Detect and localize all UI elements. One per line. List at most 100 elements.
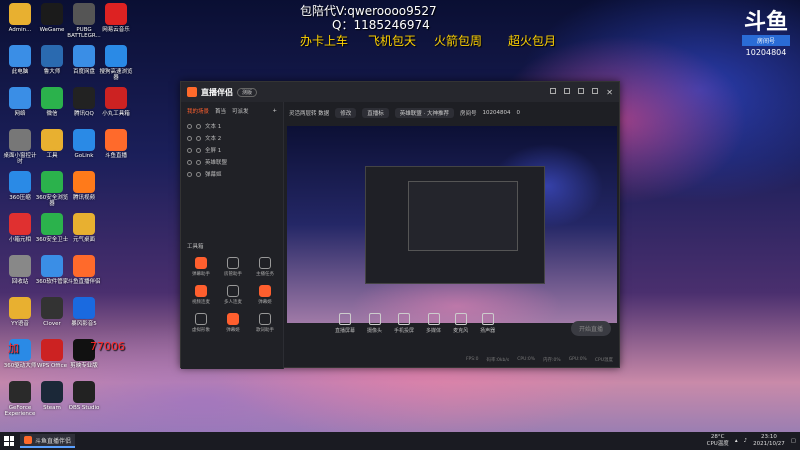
toolbox-item[interactable]: 多人连麦 [217, 285, 249, 305]
lock-icon[interactable] [196, 171, 201, 177]
desktop-icon[interactable]: 元气桌面 [66, 213, 102, 243]
add-scene-button[interactable]: + [272, 108, 277, 114]
cloud-icon [73, 45, 95, 67]
source-button[interactable]: 手机投屏 [394, 313, 414, 334]
desktop-icon[interactable]: 回收站 [2, 255, 38, 285]
scene-label: 文本 2 [205, 136, 222, 142]
desktop-icon[interactable]: 微信 [34, 87, 70, 117]
start-live-button[interactable]: 开始直播 [570, 321, 611, 336]
desktop-icon[interactable]: 小箱元相 [2, 213, 38, 243]
menu-icon[interactable] [564, 87, 571, 94]
tab-2[interactable]: 首当 [215, 107, 226, 115]
desktop-icon[interactable]: 百度网盘 [66, 45, 102, 75]
title-bar[interactable]: 直播伴侣 测版 ✕ [181, 82, 619, 102]
toolbox-item[interactable]: 歌词助手 [249, 313, 281, 333]
desktop-icon-label: 360软件管家 [35, 279, 69, 285]
live-companion-window[interactable]: 直播伴侣 测版 ✕ 我的场景 首当 可派发 + 文本 1 文本 2 全屏 1 英雄联盟… [180, 81, 620, 369]
toolbox-item[interactable]: 弹幕姬 [249, 285, 281, 305]
desktop-icon[interactable]: WeGame [34, 3, 70, 33]
clock[interactable]: 23:10 2021/10/27 [753, 434, 785, 447]
scene-item[interactable]: 全屏 1 [181, 144, 283, 156]
desktop-icon[interactable]: 此电脑 [2, 45, 38, 75]
eye-icon[interactable] [187, 123, 192, 129]
scene-item[interactable]: 文本 2 [181, 132, 283, 144]
minimize-icon[interactable] [578, 87, 585, 94]
lock-icon[interactable] [196, 135, 201, 141]
douyu-icon [105, 129, 127, 151]
desktop-icon[interactable]: GoLink [66, 129, 102, 159]
desktop-icon[interactable]: 搜狗高速浏览器 [98, 45, 134, 81]
edit-button[interactable]: 修改 [335, 108, 357, 118]
desktop-icon[interactable]: 360软件管家 [34, 255, 70, 285]
source-button[interactable]: 多媒体 [426, 313, 441, 334]
stream-preview[interactable] [287, 126, 617, 323]
eye-icon[interactable] [187, 147, 192, 153]
toolbox-item[interactable]: 弹幕助手 [185, 257, 217, 277]
title-chip[interactable]: 直播标 [362, 108, 389, 118]
desktop-icon[interactable]: 工具 [34, 129, 70, 159]
taskbar-item-live-companion[interactable]: 斗鱼直播伴侣 [20, 434, 76, 448]
viewer-count: 0 [516, 110, 521, 116]
desktop-icon[interactable]: 鲁大师 [34, 45, 70, 75]
desktop-icon[interactable]: 360压缩 [2, 171, 38, 201]
source-button[interactable]: 摄像头 [367, 313, 382, 334]
yy-icon [9, 297, 31, 319]
lock-icon[interactable] [196, 159, 201, 165]
desktop-icon[interactable]: 斗鱼直播 [98, 129, 134, 159]
desktop-icon[interactable]: YY语音 [2, 297, 38, 327]
source-label: 摄像头 [367, 328, 383, 334]
category-tag[interactable]: 英雄联盟 · 大神推荐 [394, 108, 455, 118]
maximize-icon[interactable] [592, 87, 599, 94]
clock-date: 2021/10/27 [753, 441, 785, 447]
source-button[interactable]: 直播屏幕 [335, 313, 355, 334]
desktop-icon[interactable]: 网易云音乐 [98, 3, 134, 33]
desktop-icon[interactable]: 360安全浏览器 [34, 171, 70, 207]
overlay-line-3b: 飞机包天 [368, 34, 417, 48]
tab-my-scenes[interactable]: 我的场景 [187, 107, 209, 115]
eye-icon[interactable] [187, 159, 192, 165]
start-button[interactable] [4, 436, 14, 446]
desktop-icon[interactable]: 网络 [2, 87, 38, 117]
scene-item[interactable]: 弹幕姬 [181, 168, 283, 180]
settings-icon[interactable] [550, 87, 557, 94]
close-icon[interactable]: ✕ [606, 88, 613, 97]
scene-item[interactable]: 英雄联盟 [181, 156, 283, 168]
desktop-icon[interactable]: 暴风影音5 [66, 297, 102, 327]
desktop-icon[interactable]: 腾讯视频 [66, 171, 102, 201]
eye-icon[interactable] [187, 171, 192, 177]
network-icon[interactable]: ▴ [735, 438, 738, 444]
desktop-icon[interactable]: WPS Office [34, 339, 70, 369]
volume-icon[interactable]: ♪ [744, 438, 748, 444]
desktop-icon-label: 腾讯视频 [72, 195, 95, 201]
desktop-icon[interactable]: PUBG BATTLEGR... [66, 3, 102, 39]
toolbox-item[interactable]: 虚拟形象 [185, 313, 217, 333]
source-button[interactable]: 扬声器 [480, 313, 495, 334]
notification-icon[interactable]: ▢ [791, 438, 796, 444]
source-icon [339, 313, 351, 325]
desktop-icon[interactable]: 斗鱼直播伴侣 [66, 255, 102, 285]
desktop-icon[interactable]: GeForce Experience [2, 381, 38, 417]
room-label: 房间号 [460, 111, 477, 117]
desktop-icon[interactable]: 360安全卫士 [34, 213, 70, 243]
tab-3[interactable]: 可派发 [232, 107, 249, 115]
lock-icon[interactable] [196, 123, 201, 129]
desktop-icon[interactable]: 小丸工具箱 [98, 87, 134, 117]
desktop-icon[interactable]: OBS Studio [66, 381, 102, 411]
source-icon [454, 313, 467, 325]
desktop-icon[interactable]: 桌面小窗控计时 [2, 129, 38, 165]
version-badge[interactable]: 测版 [237, 87, 258, 97]
desktop-icon[interactable]: Clover [34, 297, 70, 327]
desktop-icon[interactable]: Steam [34, 381, 70, 411]
toolbox-item[interactable]: 视频连麦 [185, 285, 217, 305]
lock-icon[interactable] [196, 147, 201, 153]
toolbox-item[interactable]: 弹幕姬 [217, 313, 249, 333]
tool-label: 弹幕姬 [258, 300, 272, 305]
toolbox-item[interactable]: 房管助手 [217, 257, 249, 277]
eye-icon[interactable] [187, 135, 192, 141]
desktop-icon[interactable]: Admin... [2, 3, 38, 33]
toolbox-item[interactable]: 主播任务 [249, 257, 281, 277]
scene-item[interactable]: 文本 1 [181, 120, 283, 132]
source-button[interactable]: 麦克风 [453, 313, 468, 334]
desktop-icon[interactable]: 腾讯QQ [66, 87, 102, 117]
taskbar-item-label: 斗鱼直播伴侣 [35, 437, 72, 445]
